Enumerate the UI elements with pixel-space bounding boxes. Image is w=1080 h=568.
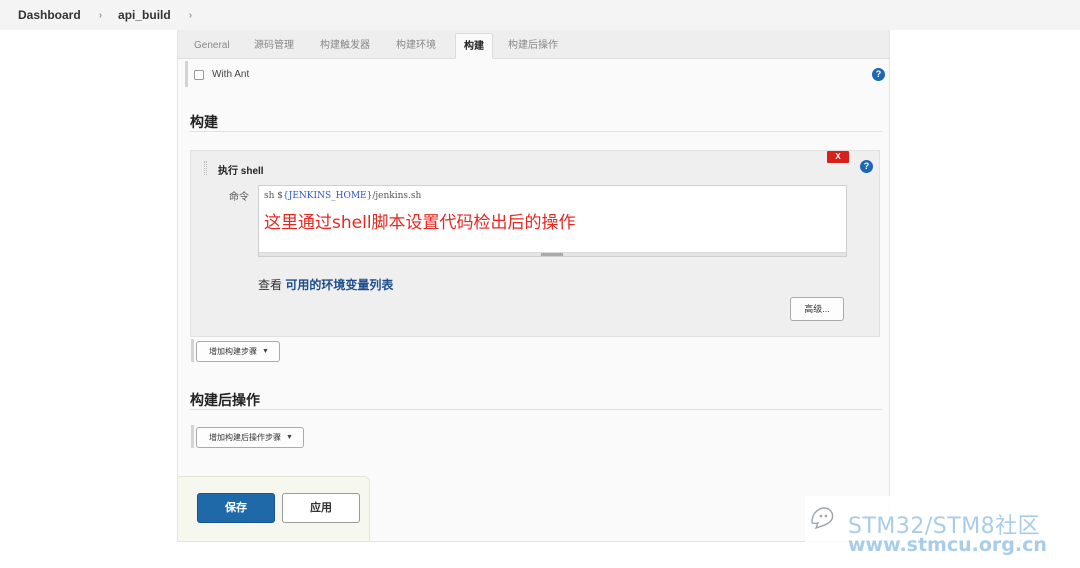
config-tabs: General 源码管理 构建触发器 构建环境 构建 构建后操作	[178, 30, 889, 59]
build-section-divider	[190, 131, 882, 132]
caret-down-icon: ▼	[262, 348, 269, 355]
command-suffix: /jenkins.sh	[372, 191, 422, 201]
stmcu-logo-icon	[811, 507, 834, 530]
post-build-section-title: 构建后操作	[190, 392, 260, 408]
textarea-resize-handle[interactable]	[259, 252, 846, 256]
execute-shell-step: 执行 shell X 命令 sh ${JENKINS_HOME}/jenkins…	[190, 150, 880, 337]
add-post-build-step-label: 增加构建后操作步骤	[209, 433, 281, 442]
env-vars-link[interactable]: 可用的环境变量列表	[285, 278, 393, 292]
add-build-step-dropdown[interactable]: 增加构建步骤 ▼	[196, 341, 280, 362]
watermark-url: www.stmcu.org.cn	[848, 534, 1047, 556]
env-vars-line: 查看 可用的环境变量列表	[258, 276, 393, 293]
save-button[interactable]: 保存	[197, 493, 275, 523]
apply-button[interactable]: 应用	[282, 493, 360, 523]
resize-grip-icon	[541, 253, 563, 256]
tab-source-control[interactable]: 源码管理	[246, 33, 302, 59]
help-icon-shell[interactable]: ?	[860, 160, 873, 173]
command-prefix: sh $	[264, 191, 284, 201]
tab-build[interactable]: 构建	[455, 33, 493, 59]
breadcrumb-api-build[interactable]: api_build	[118, 8, 171, 22]
tab-general[interactable]: General	[186, 33, 238, 59]
section-indent-bar	[185, 61, 188, 87]
tab-post-build-actions[interactable]: 构建后操作	[500, 33, 566, 59]
add-post-build-step-dropdown[interactable]: 增加构建后操作步骤 ▼	[196, 427, 304, 448]
command-label: 命令	[229, 192, 249, 203]
advanced-button[interactable]: 高级...	[790, 297, 844, 321]
red-annotation: 这里通过shell脚本设置代码检出后的操作	[264, 213, 576, 233]
step-title: 执行 shell	[218, 166, 264, 177]
tab-build-triggers[interactable]: 构建触发器	[312, 33, 378, 59]
command-textarea[interactable]: sh ${JENKINS_HOME}/jenkins.sh 这里通过shell脚…	[258, 185, 847, 257]
with-ant-checkbox[interactable]	[194, 69, 204, 80]
help-icon-with-ant[interactable]: ?	[872, 68, 885, 81]
add-build-step-label: 增加构建步骤	[209, 347, 257, 356]
with-ant-row: With Ant	[194, 69, 249, 80]
env-vars-prefix: 查看	[258, 278, 286, 292]
with-ant-label: With Ant	[212, 69, 250, 80]
breadcrumb-chevron-icon[interactable]: ›	[99, 10, 102, 21]
post-step-indent-bar	[191, 425, 194, 448]
post-build-section-divider	[190, 409, 882, 410]
command-text: sh ${JENKINS_HOME}/jenkins.sh	[264, 191, 421, 201]
command-variable: {JENKINS_HOME}	[283, 191, 373, 201]
add-step-indent-bar	[191, 339, 194, 362]
config-panel: General 源码管理 构建触发器 构建环境 构建 构建后操作 With An…	[177, 30, 890, 542]
breadcrumb: Dashboard › api_build ›	[0, 0, 1080, 30]
delete-step-button[interactable]: X	[827, 151, 849, 163]
tab-build-environment[interactable]: 构建环境	[388, 33, 444, 59]
breadcrumb-dashboard[interactable]: Dashboard	[18, 8, 81, 22]
form-footer: 保存 应用	[177, 476, 370, 542]
build-section-title: 构建	[190, 114, 218, 130]
breadcrumb-chevron-icon-2[interactable]: ›	[189, 10, 192, 21]
drag-handle-icon[interactable]	[204, 161, 207, 175]
caret-down-icon-2: ▼	[286, 434, 293, 441]
